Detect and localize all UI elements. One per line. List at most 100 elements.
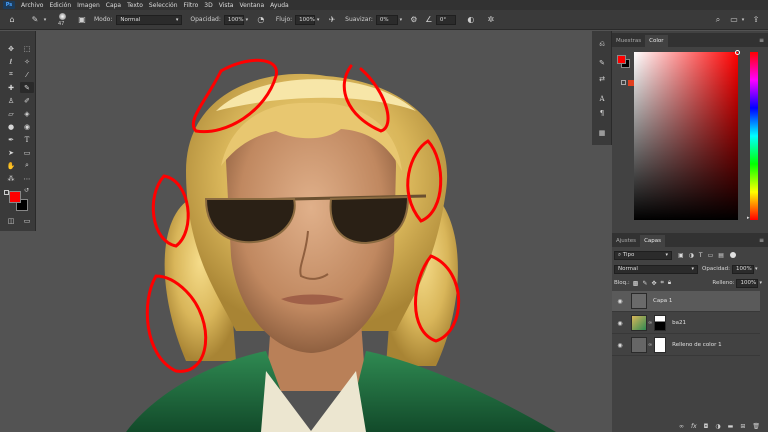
trash-icon[interactable]: 🗑︎: [752, 423, 760, 430]
smoothing-input[interactable]: 0%: [375, 14, 398, 25]
lock-transparent-icon[interactable]: ▩: [633, 280, 639, 287]
lock-artboard-icon[interactable]: ⌗: [661, 279, 664, 287]
color-picker-field[interactable]: [634, 52, 738, 220]
flow-input[interactable]: 100%: [295, 14, 316, 25]
hue-slider-handle[interactable]: ▸: [747, 215, 750, 221]
crop-tool-icon[interactable]: ⌗: [4, 69, 18, 80]
layer-filter-dropdown[interactable]: ⌕ Tipo ▾: [614, 250, 672, 260]
document-canvas[interactable]: [36, 31, 592, 432]
lock-position-icon[interactable]: ✥: [651, 280, 656, 287]
hue-slider[interactable]: [750, 52, 758, 220]
menu-ventana[interactable]: Ventana: [236, 2, 267, 9]
tab-layers[interactable]: Capas: [640, 235, 666, 247]
filter-adjustment-icon[interactable]: ◑: [689, 252, 694, 259]
libraries-panel-icon[interactable]: ▦: [595, 127, 609, 138]
angle-input[interactable]: 0°: [435, 14, 456, 25]
eye-icon[interactable]: ◉: [615, 320, 625, 327]
dodge-tool-icon[interactable]: ◉: [20, 121, 34, 132]
filter-pixel-icon[interactable]: ▣: [678, 252, 684, 259]
quick-mask-icon[interactable]: ◫: [4, 215, 18, 226]
layer-mask-thumbnail[interactable]: [654, 315, 667, 331]
menu-texto[interactable]: Texto: [124, 2, 146, 9]
eraser-tool-icon[interactable]: ▱: [4, 108, 18, 119]
pen-tool-icon[interactable]: ✒: [4, 134, 18, 145]
filter-smart-object-icon[interactable]: ▤: [718, 252, 724, 259]
pressure-size-icon[interactable]: ◐: [464, 15, 478, 24]
tab-adjustments[interactable]: Ajustes: [612, 235, 640, 247]
hand-tool-icon[interactable]: ✋: [4, 160, 18, 171]
layer-row[interactable]: ◉ ∞ ba21: [612, 313, 760, 334]
chevron-down-icon[interactable]: ▾: [740, 17, 746, 23]
stamp-tool-icon[interactable]: ♙: [4, 95, 18, 106]
menu-ayuda[interactable]: Ayuda: [267, 2, 292, 9]
layer-row[interactable]: ◉ Capa 1: [612, 291, 760, 312]
blend-mode-dropdown[interactable]: Normal ▾: [614, 264, 698, 274]
filter-toggle-icon[interactable]: [729, 252, 736, 258]
gamut-warning-icon[interactable]: [621, 80, 626, 85]
mode-dropdown[interactable]: Normal ▾: [116, 14, 183, 25]
eye-icon[interactable]: ◉: [615, 342, 625, 349]
menu-edicion[interactable]: Edición: [46, 2, 74, 9]
new-group-icon[interactable]: ▬: [728, 423, 734, 430]
marquee-tool-icon[interactable]: ⬚: [20, 43, 34, 54]
lasso-tool-icon[interactable]: ℓ: [4, 56, 18, 67]
brush-tool-icon[interactable]: ✎: [20, 82, 34, 93]
blur-tool-icon[interactable]: ●: [4, 121, 18, 132]
chevron-down-icon[interactable]: ▾: [315, 17, 321, 23]
menu-capa[interactable]: Capa: [103, 2, 124, 9]
chevron-down-icon[interactable]: ▾: [755, 266, 758, 272]
airbrush-icon[interactable]: ✈: [325, 15, 339, 24]
foreground-color-swatch[interactable]: [9, 191, 21, 203]
menu-3d[interactable]: 3D: [201, 2, 215, 9]
photoshop-logo[interactable]: Ps: [3, 1, 15, 9]
lock-all-icon[interactable]: 🔒︎: [668, 279, 671, 287]
chevron-down-icon[interactable]: ▾: [398, 17, 404, 23]
panel-menu-icon[interactable]: ≡: [759, 37, 764, 44]
quick-select-tool-icon[interactable]: ✧: [20, 56, 34, 67]
paragraph-panel-icon[interactable]: ¶: [595, 107, 609, 118]
new-adjustment-icon[interactable]: ◑: [715, 423, 720, 430]
add-mask-icon[interactable]: ◘: [704, 423, 709, 430]
panel-foreground-swatch[interactable]: [617, 55, 626, 64]
symmetry-icon[interactable]: ✲: [484, 15, 498, 24]
brush-settings-panel-icon[interactable]: ✎: [595, 57, 609, 68]
edit-toolbar-icon[interactable]: ⁂: [4, 173, 18, 184]
chevron-down-icon[interactable]: ▾: [244, 17, 250, 23]
move-tool-icon[interactable]: ✥: [4, 43, 18, 54]
tab-swatches[interactable]: Muestras: [612, 35, 645, 47]
healing-tool-icon[interactable]: ✚: [4, 82, 18, 93]
lock-pixels-icon[interactable]: ✎: [642, 280, 647, 287]
share-icon[interactable]: ⇪: [750, 15, 762, 24]
history-panel-icon[interactable]: ⎌: [595, 39, 609, 50]
link-layers-icon[interactable]: ∞: [679, 423, 684, 430]
workspace-icon[interactable]: ▭: [728, 15, 740, 24]
menu-vista[interactable]: Vista: [216, 2, 237, 9]
panel-menu-icon[interactable]: ≡: [759, 237, 764, 244]
eye-icon[interactable]: ◉: [615, 298, 625, 305]
eyedropper-tool-icon[interactable]: ⁄: [20, 69, 34, 80]
layer-style-icon[interactable]: fx: [691, 423, 697, 430]
screen-mode-icon[interactable]: ▭: [20, 215, 34, 226]
filter-type-icon[interactable]: T: [699, 252, 703, 259]
new-layer-icon[interactable]: ⊞: [740, 423, 745, 430]
menu-archivo[interactable]: Archivo: [18, 2, 46, 9]
zoom-tool-icon[interactable]: ⌕: [20, 160, 34, 171]
type-tool-icon[interactable]: T: [20, 134, 34, 145]
menu-filtro[interactable]: Filtro: [181, 2, 202, 9]
more-tools-icon[interactable]: ⋯: [20, 173, 34, 184]
path-select-tool-icon[interactable]: ➤: [4, 147, 18, 158]
search-icon[interactable]: ⌕: [712, 15, 724, 25]
fill-input[interactable]: 100%: [736, 278, 759, 288]
home-icon[interactable]: ⌂: [4, 15, 20, 24]
opacity-input[interactable]: 100%: [223, 14, 244, 25]
filter-shape-icon[interactable]: ▭: [708, 252, 714, 259]
menu-seleccion[interactable]: Selección: [146, 2, 181, 9]
brush-settings-icon[interactable]: ▣: [76, 15, 88, 24]
bucket-tool-icon[interactable]: ◈: [20, 108, 34, 119]
gear-icon[interactable]: ⚙: [408, 15, 420, 24]
layer-opacity-input[interactable]: 100%: [731, 264, 754, 274]
chevron-down-icon[interactable]: ▾: [759, 280, 762, 286]
shape-tool-icon[interactable]: ▭: [20, 147, 34, 158]
properties-panel-icon[interactable]: ⇄: [595, 73, 609, 84]
character-panel-icon[interactable]: A: [595, 93, 609, 104]
